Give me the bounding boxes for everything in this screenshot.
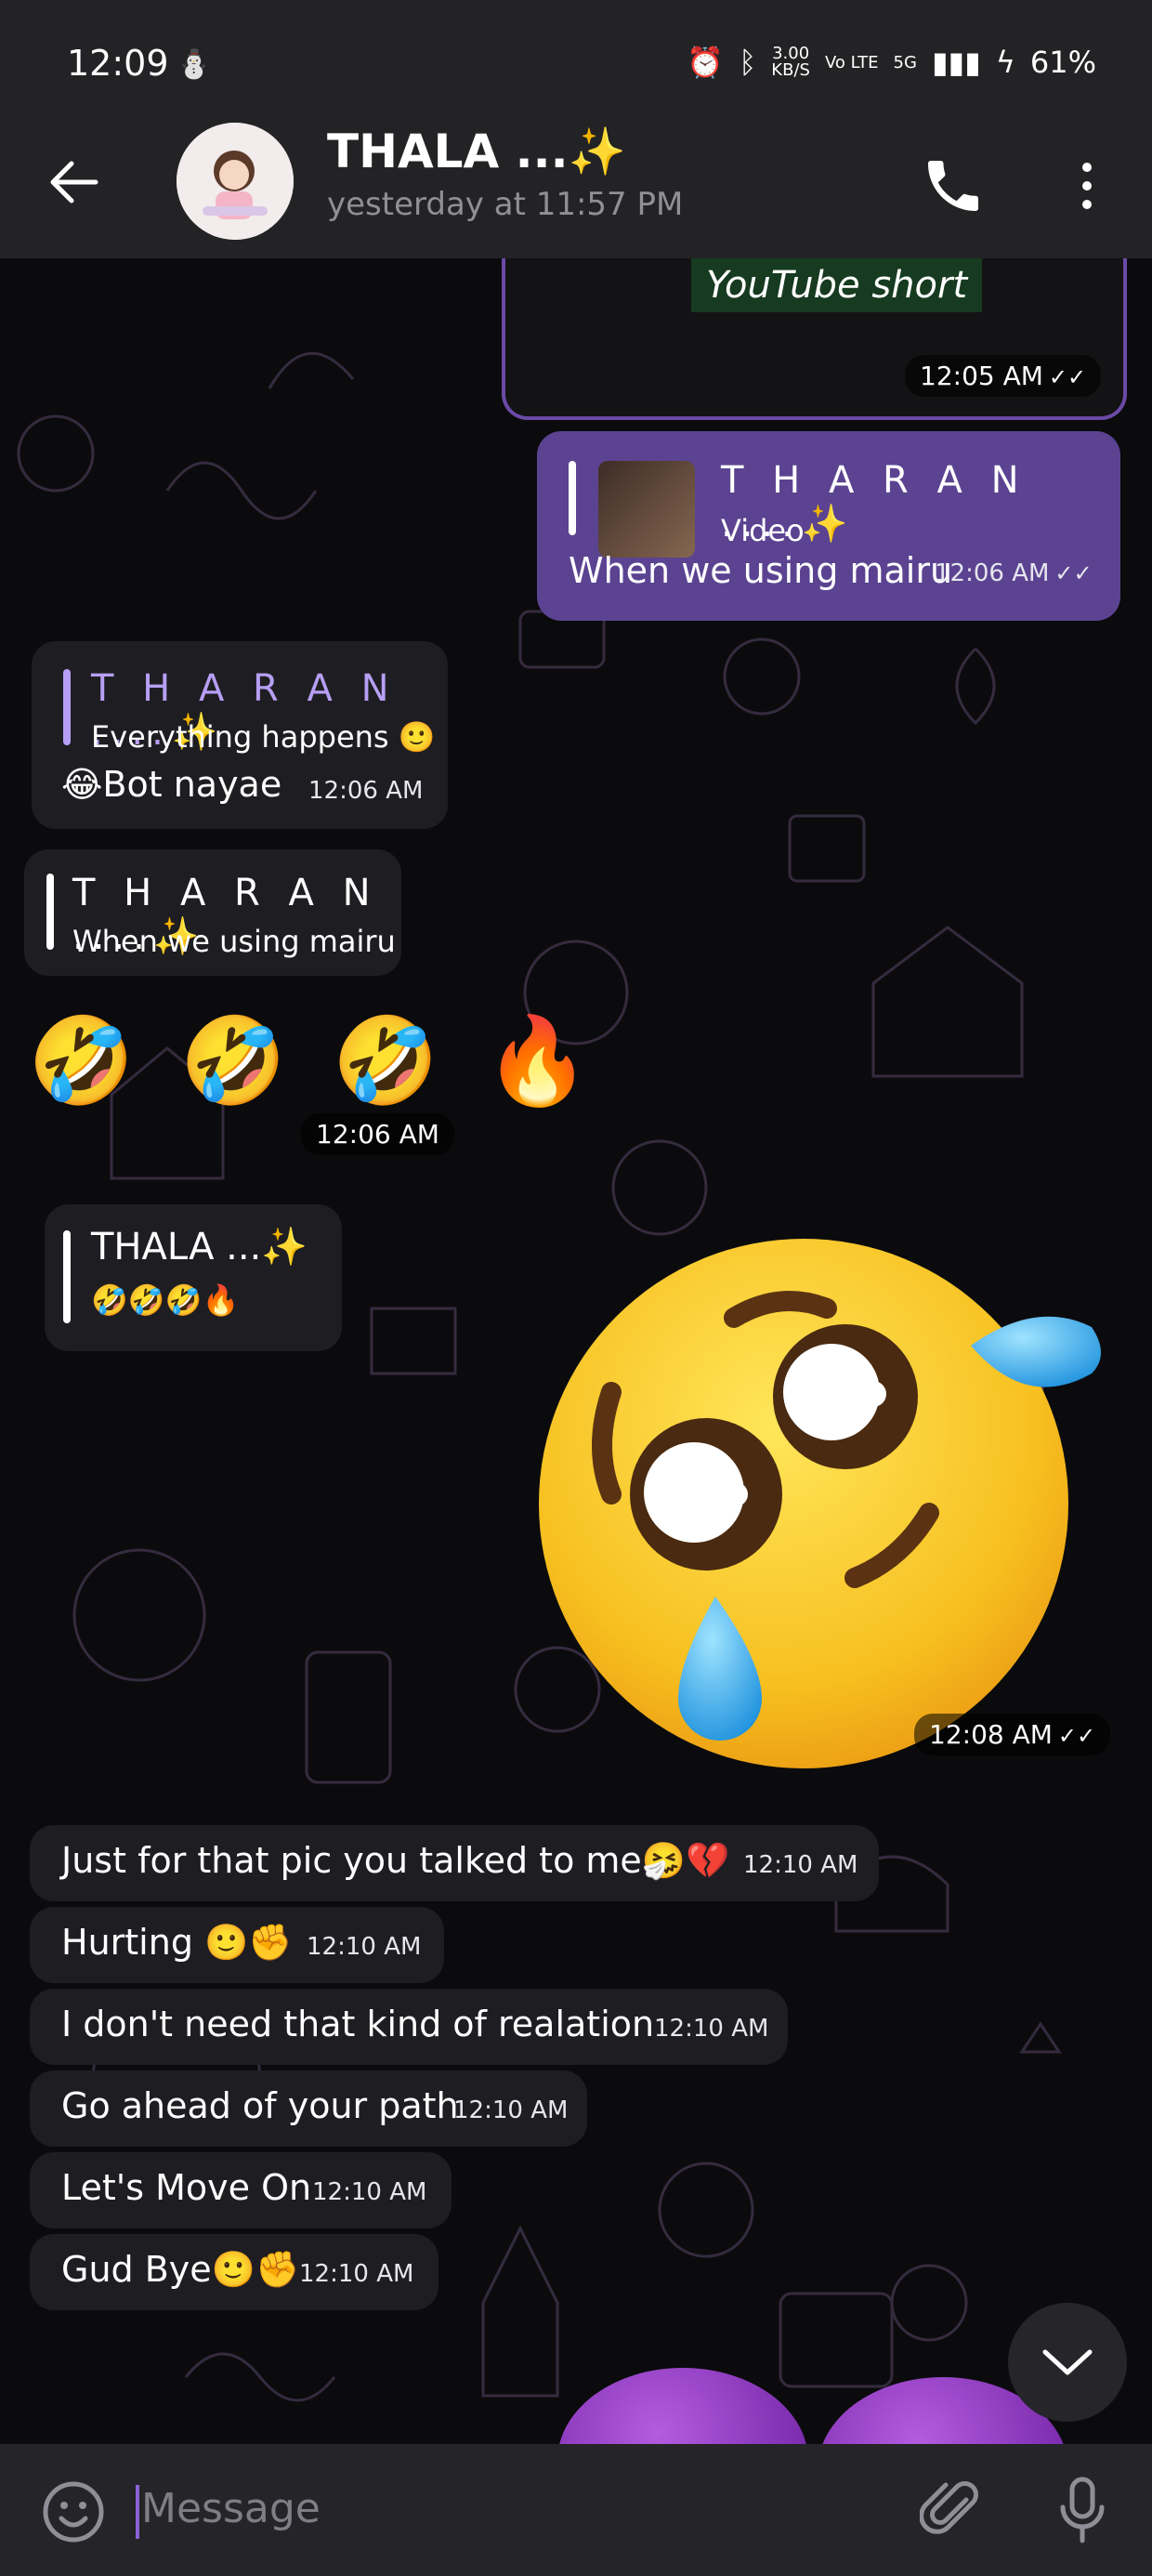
reply-indicator — [63, 669, 71, 745]
notification-icon: ⛄ — [177, 48, 212, 81]
paperclip-icon — [919, 2481, 978, 2534]
chevron-down-icon — [1042, 2349, 1093, 2375]
incoming-message[interactable]: Hurting 🙂✊ 12:10 AM — [30, 1907, 444, 1983]
reply-indicator — [46, 874, 54, 950]
reply-text: Everything happens 🙂 — [91, 719, 436, 755]
outgoing-message[interactable]: T H A R A N ....✨ Video When we using ma… — [537, 431, 1120, 621]
attach-button[interactable] — [919, 2477, 985, 2543]
message-text: 😂Bot nayae — [61, 764, 282, 805]
video-caption: YouTube short — [691, 258, 983, 312]
double-check-icon: ✓✓ — [1057, 1723, 1096, 1749]
arrow-left-icon — [50, 161, 98, 204]
avatar[interactable] — [177, 123, 294, 240]
signal-icon: ▮▮▮ — [931, 45, 981, 80]
reply-text: When we using mairu — [72, 924, 396, 959]
back-button[interactable] — [46, 149, 102, 216]
message-time: 12:10 AM — [654, 2015, 769, 2043]
message-time: 12:08 AM ✓✓ — [914, 1714, 1111, 1755]
message-text: Go ahead of your path — [61, 2085, 459, 2126]
message-text: I don't need that kind of realation — [61, 2004, 655, 2044]
bluetooth-icon: ᛒ — [739, 45, 757, 80]
message-input-bar: Message — [0, 2444, 1152, 2576]
message-text: Hurting 🙂✊ — [61, 1922, 293, 1963]
message-time-text: 12:05 AM — [920, 361, 1043, 391]
incoming-message[interactable]: I don't need that kind of realation 12:1… — [30, 1989, 788, 2065]
charging-icon: ϟ — [995, 45, 1015, 80]
reply-text: 🤣🤣🤣🔥 — [91, 1282, 240, 1318]
status-icons: ⏰ ᛒ 3.00 KB/S Vo LTE 5G ▮▮▮ ϟ 61% — [687, 45, 1096, 80]
message-time: 12:06 AM — [301, 1113, 454, 1155]
incoming-message[interactable]: T H A R A N ....✨ When we using mairu — [24, 849, 401, 976]
double-check-icon: ✓✓ — [1054, 560, 1093, 586]
call-button[interactable] — [920, 152, 987, 219]
reply-type: Video — [721, 513, 805, 548]
message-time: 12:10 AM — [743, 1851, 858, 1879]
message-time: 12:06 AM ✓✓ — [935, 559, 1093, 587]
smiley-icon — [43, 2481, 104, 2543]
alarm-icon: ⏰ — [687, 45, 725, 80]
video-thumbnail — [598, 461, 695, 558]
more-dot-icon — [1082, 181, 1092, 191]
text-cursor — [136, 2485, 139, 2539]
message-time: 12:10 AM — [307, 1933, 422, 1961]
message-text: Gud Bye🙂✊ — [61, 2249, 300, 2290]
incoming-message[interactable]: Just for that pic you talked to me🤧💔 12:… — [30, 1825, 879, 1901]
message-text: Let's Move On — [61, 2167, 312, 2208]
phone-icon — [928, 161, 978, 211]
message-time: 12:05 AM ✓✓ — [905, 355, 1102, 397]
microphone-icon — [1060, 2477, 1105, 2543]
battery-level: 61% — [1029, 45, 1096, 80]
status-time: 12:09 — [67, 43, 169, 84]
message-time-text: 12:06 AM — [935, 559, 1050, 587]
message-text: When we using mairu — [569, 550, 953, 591]
more-dot-icon — [1082, 200, 1092, 209]
more-options-button[interactable] — [1064, 152, 1110, 219]
incoming-message[interactable]: T H A R A N ....✨ Everything happens 🙂 😂… — [32, 641, 448, 829]
reply-indicator — [569, 461, 576, 535]
chat-area[interactable]: YouTube short 12:05 AM ✓✓ T H A R A N ...… — [0, 258, 1152, 2444]
chat-title[interactable]: THALA ...✨ — [327, 125, 626, 179]
incoming-message[interactable]: Gud Bye🙂✊ 12:10 AM — [30, 2234, 439, 2310]
network-type: 5G — [893, 52, 917, 72]
emoji-message[interactable]: 🤣 🤣 🤣 🔥 — [28, 1011, 600, 1111]
message-time: 12:10 AM — [453, 2096, 569, 2124]
last-seen: yesterday at 11:57 PM — [327, 186, 684, 223]
emoji-button[interactable] — [41, 2479, 106, 2544]
message-time: 12:10 AM — [312, 2178, 427, 2206]
message-time: 12:06 AM — [308, 777, 424, 805]
message-text: Just for that pic you talked to me🤧💔 — [61, 1840, 730, 1881]
scroll-to-bottom-button[interactable] — [1008, 2303, 1127, 2422]
reply-sender: THALA ...✨ — [91, 1226, 308, 1268]
message-input[interactable]: Message — [141, 2485, 321, 2532]
double-check-icon: ✓✓ — [1048, 364, 1087, 390]
network-speed-unit: KB/S — [771, 60, 810, 80]
video-message[interactable]: YouTube short 12:05 AM ✓✓ — [502, 258, 1127, 420]
message-time: 12:10 AM — [299, 2260, 414, 2288]
incoming-message[interactable]: THALA ...✨ 🤣🤣🤣🔥 — [45, 1204, 342, 1351]
voice-record-button[interactable] — [1050, 2474, 1115, 2548]
volte-indicator: Vo LTE — [824, 52, 879, 72]
incoming-message[interactable]: Go ahead of your path 12:10 AM — [30, 2070, 587, 2147]
incoming-message[interactable]: Let's Move On 12:10 AM — [30, 2152, 452, 2228]
more-dot-icon — [1082, 163, 1092, 172]
avatar-illustration-icon — [177, 123, 294, 240]
network-speed: 3.00 KB/S — [771, 46, 810, 79]
chat-header: THALA ...✨ yesterday at 11:57 PM — [0, 112, 1152, 258]
crying-face-sticker[interactable] — [539, 1216, 1106, 1792]
message-time-text: 12:08 AM — [929, 1719, 1053, 1750]
reply-indicator — [63, 1230, 71, 1323]
